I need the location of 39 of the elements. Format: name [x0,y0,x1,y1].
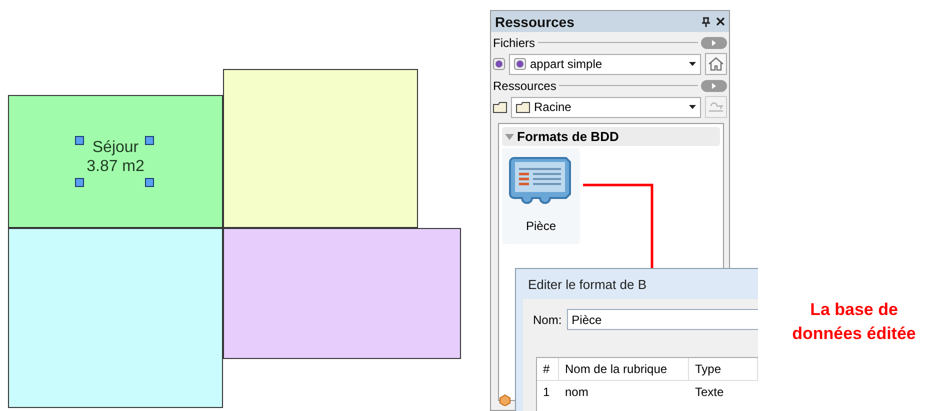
selection-handle[interactable] [75,136,84,145]
name-field[interactable]: Pièce [566,309,758,330]
dropdown[interactable]: appart simple [509,54,701,74]
dropdown[interactable]: Racine [511,96,701,118]
pin-icon[interactable] [702,16,710,26]
selection-handle[interactable] [145,136,154,145]
table-cell-text: nom [564,385,590,399]
expand-button[interactable] [701,36,727,48]
document-icon [514,58,526,70]
column-header[interactable]: Nom de la rubrique [559,358,689,380]
section-label: Ressources [493,78,556,92]
expand-triangle-icon [505,134,514,140]
cube-icon[interactable] [499,394,511,406]
play-icon [712,82,716,88]
annotation-text: La base de données éditée [791,299,917,345]
home-icon [708,57,724,71]
column-header[interactable]: Type [689,358,758,380]
format-item[interactable]: Pièce [502,148,580,244]
selection-handle[interactable] [75,178,84,187]
name-label: Nom: [533,312,562,326]
dropdown-caret-icon [689,105,696,109]
home-button[interactable] [705,53,727,75]
room-area: 3.87 m2 [86,157,144,176]
document-icon [493,58,505,70]
selection-handle[interactable] [145,178,154,187]
expand-button[interactable] [701,80,727,92]
table-cell-text: 1 [542,385,551,399]
room-name: Séjour [92,138,139,157]
table-cell-text: Texte [694,385,725,399]
folder-icon [516,102,530,112]
group-header[interactable]: Formats de BDD [502,127,720,146]
section-label: Fichiers [493,36,536,50]
play-icon [712,40,716,46]
dropdown-caret-icon [689,62,696,66]
panel-title: Ressources [495,14,574,30]
folder-icon [493,102,507,112]
close-icon[interactable] [716,17,725,26]
column-header[interactable]: # [537,358,559,380]
dialog-title: Editer le format de B [527,276,648,294]
